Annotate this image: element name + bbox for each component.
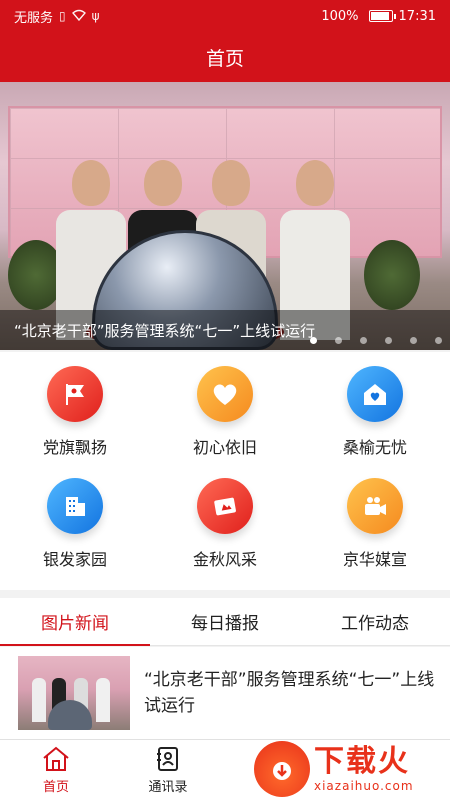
page-title: 首页	[205, 47, 244, 70]
photo-icon	[197, 478, 253, 534]
carousel-dot[interactable]	[410, 337, 417, 344]
carousel-dot[interactable]	[360, 337, 367, 344]
usb-icon: ψ	[91, 9, 100, 23]
nav-contacts[interactable]: 通讯录	[112, 740, 224, 800]
nav-label: 通讯录	[148, 779, 188, 795]
news-tabs: 图片新闻 每日播报 工作动态	[0, 598, 450, 646]
watermark: 下载火 xiazaihuo.com	[254, 740, 444, 798]
carousel-dot[interactable]	[435, 337, 442, 344]
wifi-icon	[71, 9, 86, 24]
grid-item-party-flag[interactable]: 党旗飘扬	[0, 360, 150, 472]
battery-icon	[368, 10, 396, 22]
tab-daily-report[interactable]: 每日播报	[150, 598, 300, 645]
plant-right	[364, 240, 420, 310]
tab-work-updates[interactable]: 工作动态	[300, 598, 450, 645]
party-flag-icon	[47, 366, 103, 422]
grid-label: 初心依旧	[192, 438, 257, 457]
grid-item-media[interactable]: 京华媒宣	[300, 472, 450, 584]
grid-label: 桑榆无忧	[342, 438, 407, 457]
video-camera-icon	[347, 478, 403, 534]
carousel-dot[interactable]	[335, 337, 342, 344]
grid-item-original-heart[interactable]: 初心依旧	[150, 360, 300, 472]
banner-carousel[interactable]: “北京老干部”服务管理系统“七一”上线试运行	[0, 82, 450, 350]
tab-photo-news[interactable]: 图片新闻	[0, 598, 150, 646]
status-bar: 无服务 ▯ ψ 100% 17:31	[0, 0, 450, 32]
news-title: “北京老干部”服务管理系统“七一”上线试运行	[144, 670, 435, 716]
carousel-dot[interactable]	[310, 337, 317, 344]
battery-text: 100%	[321, 8, 359, 24]
grid-label: 金秋风采	[192, 550, 257, 569]
grid-label: 党旗飘扬	[42, 438, 107, 457]
grid-label: 京华媒宣	[342, 550, 407, 569]
watermark-url: xiazaihuo.com	[314, 779, 414, 793]
carousel-indicators	[310, 337, 442, 344]
carrier-text: 无服务	[14, 10, 54, 26]
grid-label: 银发家园	[42, 550, 107, 569]
home-icon	[347, 366, 403, 422]
carousel-dot[interactable]	[385, 337, 392, 344]
sim-icon: ▯	[59, 9, 66, 23]
clock-text: 17:31	[398, 8, 436, 24]
feature-grid: 党旗飘扬 初心依旧 桑榆无忧 银发家园 金秋风采 京华媒宣	[0, 352, 450, 590]
list-item[interactable]: “北京老干部”服务管理系统“七一”上线试运行	[0, 647, 450, 739]
building-icon	[47, 478, 103, 534]
watermark-flame-icon	[254, 741, 310, 797]
banner-caption: “北京老干部”服务管理系统“七一”上线试运行	[14, 321, 316, 340]
nav-label: 首页	[42, 779, 69, 795]
watermark-title: 下载火	[314, 744, 410, 779]
app-header: 首页	[0, 32, 450, 82]
grid-item-elderly-care[interactable]: 桑榆无忧	[300, 360, 450, 472]
heart-icon	[197, 366, 253, 422]
banner-caption-bar: “北京老干部”服务管理系统“七一”上线试运行	[0, 310, 450, 350]
nav-home[interactable]: 首页	[0, 740, 112, 800]
home-outline-icon	[43, 746, 69, 771]
grid-item-golden-autumn[interactable]: 金秋风采	[150, 472, 300, 584]
contacts-icon	[157, 746, 178, 771]
news-thumbnail	[18, 656, 130, 730]
grid-item-silver-home[interactable]: 银发家园	[0, 472, 150, 584]
